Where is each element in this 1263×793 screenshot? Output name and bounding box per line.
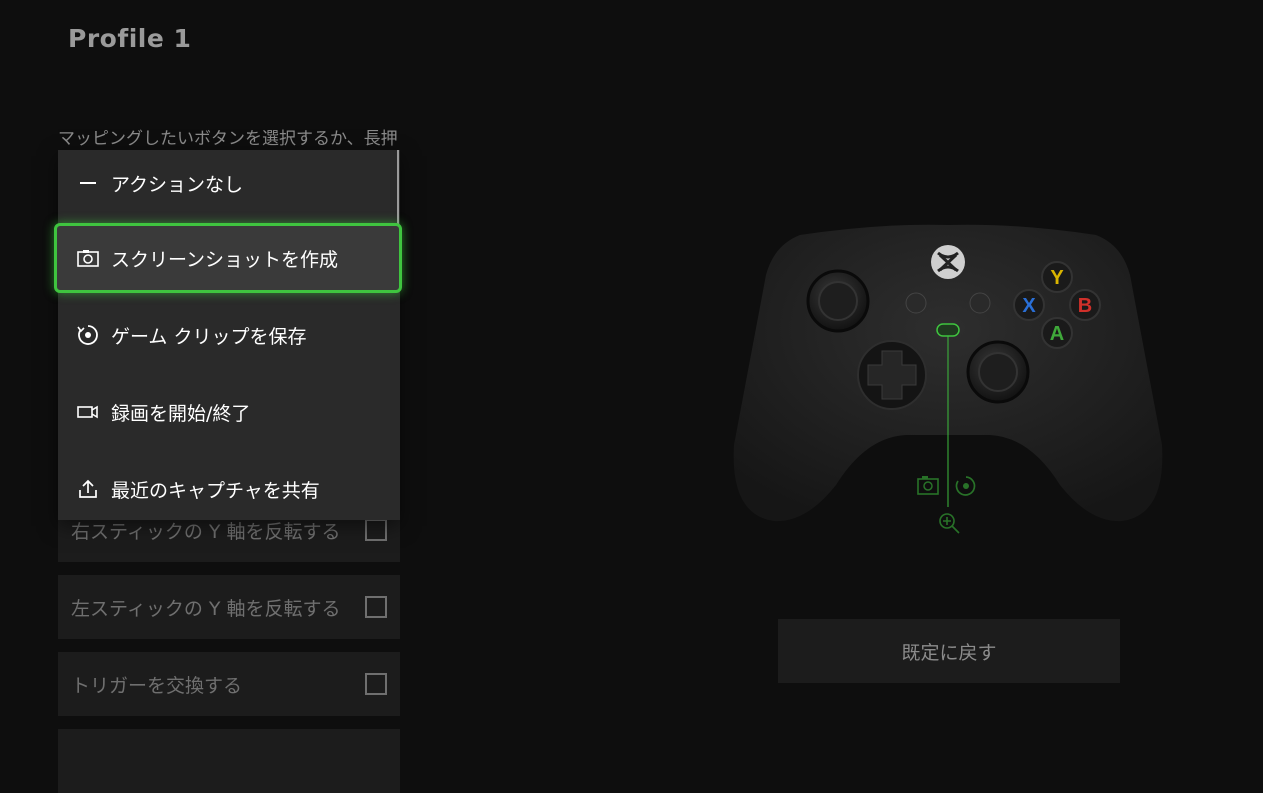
option-label: トリガーを交換する	[71, 674, 243, 697]
camera-icon	[77, 247, 99, 269]
option-invert-left-stick[interactable]: 左スティックの Y 軸を反転する	[58, 575, 400, 639]
share-upload-icon	[77, 478, 99, 500]
menu-button	[969, 292, 991, 314]
video-camera-icon	[77, 401, 99, 423]
button-x: X	[1013, 289, 1045, 321]
svg-text:Y: Y	[1050, 267, 1064, 289]
option-checkbox[interactable]	[365, 519, 387, 541]
camera-icon	[917, 476, 939, 495]
menu-item-save-clip[interactable]: ゲーム クリップを保存	[58, 302, 400, 368]
menu-item-no-action[interactable]: アクションなし	[58, 150, 400, 216]
menu-item-share[interactable]: 最近のキャプチャを共有	[58, 456, 400, 522]
dash-icon	[77, 172, 99, 194]
page-title: Profile 1	[68, 24, 192, 53]
menu-item-label: ゲーム クリップを保存	[111, 325, 307, 348]
svg-text:B: B	[1078, 295, 1092, 317]
record-circle-icon	[77, 324, 99, 346]
controller-illustration: Y X B A	[733, 224, 1163, 534]
reset-defaults-button[interactable]: 既定に戻す	[778, 619, 1120, 683]
option-checkbox[interactable]	[365, 673, 387, 695]
option-swap-triggers[interactable]: トリガーを交換する	[58, 652, 400, 716]
option-label: 左スティックの Y 軸を反転する	[71, 597, 341, 620]
mapping-hint: マッピングしたいボタンを選択するか、長押	[58, 129, 398, 146]
button-b: B	[1069, 289, 1101, 321]
menu-item-label: スクリーンショットを作成	[111, 248, 339, 271]
record-circle-icon	[955, 476, 976, 496]
menu-item-screenshot[interactable]: スクリーンショットを作成	[54, 223, 402, 293]
xbox-guide-icon	[931, 245, 965, 279]
button-y: Y	[1041, 261, 1073, 293]
zoom-icon	[939, 513, 960, 534]
option-checkbox[interactable]	[365, 596, 387, 618]
menu-item-label: 最近のキャプチャを共有	[111, 479, 320, 502]
button-a: A	[1041, 317, 1073, 349]
svg-text:A: A	[1050, 323, 1064, 345]
view-button	[905, 292, 927, 314]
menu-item-record[interactable]: 録画を開始/終了	[58, 379, 400, 445]
menu-item-label: 録画を開始/終了	[111, 402, 251, 425]
share-button	[936, 323, 960, 337]
option-row-next[interactable]	[58, 729, 400, 793]
menu-item-label: アクションなし	[111, 173, 244, 196]
action-dropdown-menu: アクションなし スクリーンショットを作成 ゲーム クリップを保存 録画を開始/終…	[54, 150, 402, 522]
svg-text:X: X	[1022, 295, 1036, 317]
